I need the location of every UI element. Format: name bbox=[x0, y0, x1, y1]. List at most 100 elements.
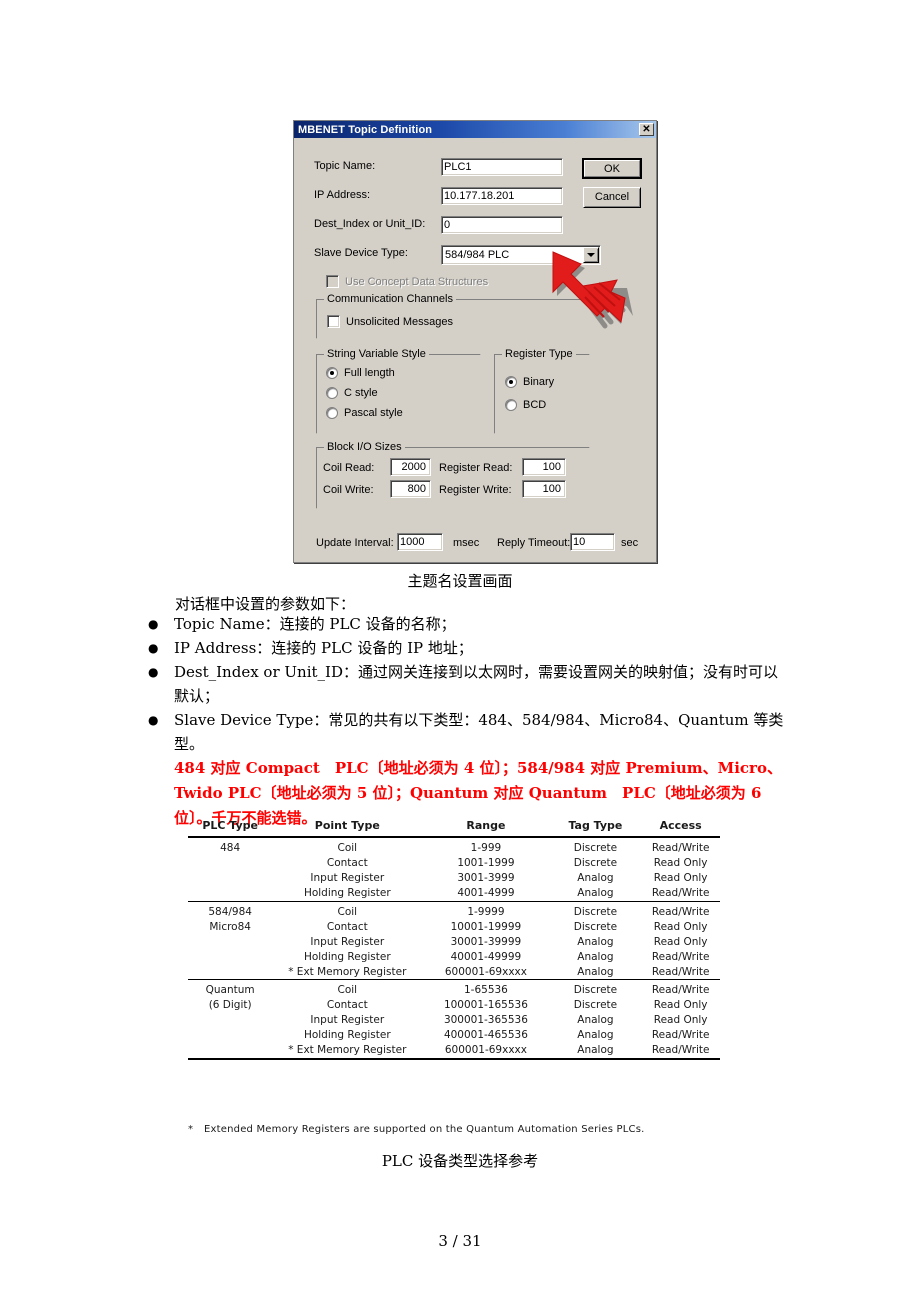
ok-button[interactable]: OK bbox=[582, 158, 642, 179]
topic-name-row: Topic Name: bbox=[314, 160, 444, 172]
bullet-slave-device-type-text: Slave Device Type：常见的共有以下类型：484、584/984、… bbox=[174, 711, 784, 753]
mbenet-topic-definition-dialog: MBENET Topic Definition ✕ Topic Name: PL… bbox=[293, 120, 657, 563]
bullet-icon: ● bbox=[148, 617, 159, 631]
slave-device-type-combobox[interactable]: 584/984 PLC bbox=[441, 245, 601, 265]
radio-icon[interactable] bbox=[505, 376, 517, 388]
cell-tag-type: Discrete bbox=[573, 842, 618, 854]
register-read-input[interactable]: 100 bbox=[522, 458, 566, 476]
ip-address-row: IP Address: bbox=[314, 189, 444, 201]
bullet-icon: ● bbox=[148, 641, 159, 655]
dialog-title: MBENET Topic Definition bbox=[298, 123, 433, 136]
dialog-titlebar[interactable]: MBENET Topic Definition ✕ bbox=[294, 121, 656, 138]
radio-pascal-style[interactable]: Pascal style bbox=[326, 407, 403, 419]
list-item: ● IP Address：连接的 PLC 设备的 IP 地址； bbox=[148, 636, 788, 660]
table-row: * Ext Memory Register 600001-69xxxx Anal… bbox=[188, 964, 720, 980]
radio-binary-label: Binary bbox=[523, 376, 555, 388]
close-icon[interactable]: ✕ bbox=[639, 123, 654, 136]
coil-write-input[interactable]: 800 bbox=[390, 480, 431, 498]
radio-bcd[interactable]: BCD bbox=[505, 399, 546, 411]
reply-timeout-label: Reply Timeout: bbox=[497, 537, 571, 549]
cell-tag-type: Discrete bbox=[549, 979, 642, 998]
slave-device-type-value: 584/984 PLC bbox=[445, 249, 510, 261]
use-concept-data-structures-checkbox: Use Concept Data Structures bbox=[326, 275, 488, 288]
bullet-ip-address: IP Address：连接的 PLC 设备的 IP 地址； bbox=[174, 639, 473, 657]
chevron-down-icon[interactable] bbox=[583, 247, 599, 263]
cell-range: 600001-69xxxx bbox=[444, 1044, 527, 1056]
radio-binary[interactable]: Binary bbox=[505, 376, 554, 388]
cell-range: 1-999 bbox=[470, 842, 502, 854]
cell-plc-type bbox=[188, 934, 272, 949]
cell-point-type: * Ext Memory Register bbox=[288, 1044, 407, 1056]
topic-name-input[interactable]: PLC1 bbox=[441, 158, 563, 176]
cell-access: Read/Write bbox=[651, 965, 710, 978]
cell-point-type: Coil bbox=[272, 979, 423, 998]
radio-full-length[interactable]: Full length bbox=[326, 367, 395, 379]
cell-access: Read Only bbox=[653, 857, 708, 869]
dest-index-input[interactable]: 0 bbox=[441, 216, 563, 234]
table-row: * Ext Memory Register 600001-69xxxx Anal… bbox=[188, 1043, 720, 1059]
table-body: 484 Coil 1-999 Discrete Read/Write Conta… bbox=[188, 837, 720, 1059]
cell-plc-type: Quantum bbox=[188, 979, 273, 998]
topic-name-label: Topic Name: bbox=[314, 160, 376, 172]
footnote-text: Extended Memory Registers are supported … bbox=[204, 1124, 645, 1135]
cell-access: Read/Write bbox=[651, 950, 710, 963]
cell-plc-type bbox=[188, 856, 272, 871]
checkbox-icon[interactable] bbox=[327, 315, 340, 328]
cell-tag-type: Analog bbox=[577, 1029, 614, 1041]
cell-access: Read/Write bbox=[641, 900, 720, 919]
cell-point-type: Holding Register bbox=[303, 950, 391, 963]
ok-button-label: OK bbox=[584, 160, 640, 177]
coil-read-input[interactable]: 2000 bbox=[390, 458, 431, 476]
cell-plc-type: 584/984 bbox=[188, 900, 273, 919]
column-header-plc-type: PLC Type bbox=[202, 819, 258, 832]
cell-range: 600001-69xxxx bbox=[444, 965, 527, 978]
coil-write-label: Coil Write: bbox=[323, 484, 374, 496]
update-interval-input[interactable]: 1000 bbox=[397, 533, 443, 551]
register-write-label: Register Write: bbox=[439, 484, 512, 496]
cell-plc-type bbox=[188, 1028, 272, 1043]
cell-tag-type: Discrete bbox=[573, 999, 618, 1011]
update-interval-label: Update Interval: bbox=[316, 537, 394, 549]
table-row: Quantum Coil 1-65536 Discrete Read/Write bbox=[188, 979, 720, 998]
radio-icon[interactable] bbox=[505, 399, 517, 411]
slave-device-label: Slave Device Type: bbox=[314, 247, 408, 259]
cell-plc-type bbox=[188, 886, 272, 902]
cancel-button[interactable]: Cancel bbox=[583, 187, 641, 208]
cell-point-type: Holding Register bbox=[303, 887, 391, 899]
radio-icon[interactable] bbox=[326, 407, 338, 419]
bullet-topic-name: Topic Name：连接的 PLC 设备的名称； bbox=[174, 615, 456, 633]
cell-plc-type: 484 bbox=[220, 842, 241, 854]
cell-access: Read/Write bbox=[651, 887, 710, 899]
radio-c-style[interactable]: C style bbox=[326, 387, 378, 399]
cell-plc-type bbox=[188, 964, 272, 980]
table-row: 484 Coil 1-999 Discrete Read/Write bbox=[188, 837, 720, 856]
cell-point-type: Input Register bbox=[310, 872, 385, 884]
table-row: Holding Register 400001-465536 Analog Re… bbox=[188, 1028, 720, 1043]
unsolicited-messages-label: Unsolicited Messages bbox=[346, 315, 453, 328]
cell-range: 1-9999 bbox=[422, 900, 550, 919]
cell-tag-type: Discrete bbox=[573, 920, 618, 933]
cell-range: 4001-4999 bbox=[457, 887, 515, 899]
cell-range: 1-65536 bbox=[422, 979, 550, 998]
cell-tag-type: Analog bbox=[577, 887, 614, 899]
reply-timeout-input[interactable]: 10 bbox=[570, 533, 615, 551]
ip-address-input[interactable]: 10.177.18.201 bbox=[441, 187, 563, 205]
cell-point-type: Coil bbox=[272, 900, 423, 919]
unsolicited-messages-checkbox[interactable]: Unsolicited Messages bbox=[327, 315, 453, 328]
block-io-sizes-group: Block I/O Sizes bbox=[316, 441, 590, 509]
cell-range: 40001-49999 bbox=[450, 950, 522, 963]
radio-icon[interactable] bbox=[326, 367, 338, 379]
list-item: ● Slave Device Type：常见的共有以下类型：484、584/98… bbox=[148, 708, 788, 831]
bullet-slave-device-type: Slave Device Type：常见的共有以下类型：484、584/984、… bbox=[174, 708, 788, 831]
slave-device-row: Slave Device Type: bbox=[314, 247, 444, 259]
cell-point-type: Input Register bbox=[310, 935, 385, 948]
sec-unit-label: sec bbox=[621, 537, 639, 549]
bullet-icon: ● bbox=[148, 713, 159, 727]
register-write-input[interactable]: 100 bbox=[522, 480, 566, 498]
radio-icon[interactable] bbox=[326, 387, 338, 399]
figure-caption-plc-table: PLC 设备类型选择参考 bbox=[381, 1152, 539, 1170]
block-io-sizes-title: Block I/O Sizes bbox=[324, 441, 405, 453]
cell-point-type: Input Register bbox=[310, 1014, 385, 1026]
cell-range: 30001-39999 bbox=[450, 935, 522, 948]
cell-range: 1001-1999 bbox=[457, 857, 515, 869]
